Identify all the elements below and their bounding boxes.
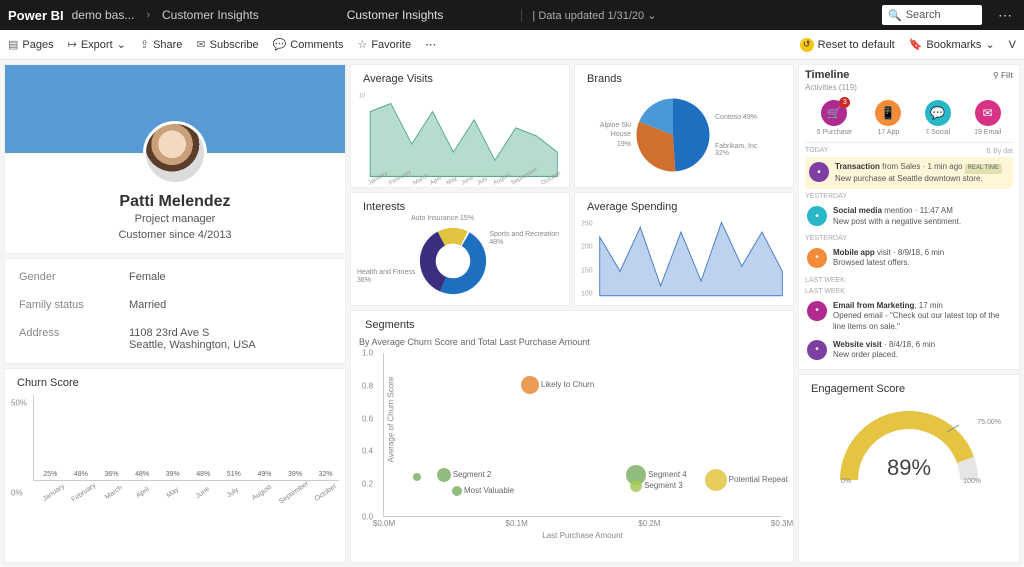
subscribe-icon: ✉ <box>196 38 205 51</box>
sort-by-date-button[interactable]: ⇅ By dat <box>985 147 1013 155</box>
view-button[interactable]: V <box>1009 39 1016 51</box>
profile-card: Patti Melendez Project manager Customer … <box>4 64 346 254</box>
customer-details: GenderFemale Family statusMarried Addres… <box>4 258 346 364</box>
engagement-score-card[interactable]: Engagement Score 89% 0% 100% 75.00% <box>798 374 1020 563</box>
timeline-item[interactable]: •Social media mention · 11:47 AMNew post… <box>805 202 1013 231</box>
profile-since: Customer since 4/2013 <box>5 229 345 241</box>
segments-chart[interactable]: Segments By Average Churn Score and Tota… <box>350 310 794 563</box>
reset-icon: ↺ <box>800 38 814 52</box>
report-toolbar: ▤Pages ↦Export ⌄ ⇪Share ✉Subscribe 💬Comm… <box>0 30 1024 60</box>
pages-icon: ▤ <box>8 38 18 51</box>
svg-text:10: 10 <box>359 93 366 99</box>
timeline-card: Timeline ⚲ Filt Activities (119) 🛒35 Pur… <box>798 64 1020 370</box>
chevron-down-icon: ⌄ <box>985 38 994 51</box>
bookmarks-button[interactable]: 🔖Bookmarks ⌄ <box>909 38 995 51</box>
interests-chart[interactable]: Interests Auto Insurance 15% Sports and … <box>350 192 570 306</box>
pages-button[interactable]: ▤Pages <box>8 38 54 51</box>
chevron-down-icon: ⌄ <box>117 38 126 51</box>
timeline-summary-item[interactable]: 🛒35 Purchase <box>817 100 852 136</box>
subscribe-button[interactable]: ✉Subscribe <box>196 38 258 51</box>
average-spending-chart[interactable]: Average Spending 250 200 150 100 <box>574 192 794 306</box>
detail-gender: GenderFemale <box>5 263 345 291</box>
churn-score-chart[interactable]: Churn Score 50% 0% 25%48%36%48%39%48%51%… <box>4 368 346 563</box>
timeline-summary-item[interactable]: ✉19 Email <box>974 100 1001 136</box>
share-icon: ⇪ <box>140 38 149 51</box>
export-icon: ↦ <box>68 38 77 51</box>
reset-button[interactable]: ↺Reset to default <box>800 38 895 52</box>
share-button[interactable]: ⇪Share <box>140 38 183 51</box>
comments-button[interactable]: 💬Comments <box>273 38 344 51</box>
top-bar: Power BI demo bas... › Customer Insights… <box>0 0 1024 30</box>
avatar <box>143 121 207 185</box>
breadcrumb-workspace[interactable]: demo bas... <box>72 8 135 22</box>
timeline-activities-count: Activities (119) <box>805 83 1013 92</box>
more-menu-icon[interactable]: ⋯ <box>998 7 1012 24</box>
search-input[interactable]: 🔍 Search <box>882 5 982 25</box>
timeline-item[interactable]: •Email from Marketing, 17 minOpened emai… <box>805 297 1013 336</box>
chevron-down-icon: ⌄ <box>647 10 656 22</box>
star-icon: ☆ <box>357 38 367 51</box>
report-title: Customer Insights <box>347 8 444 22</box>
average-visits-chart[interactable]: Average Visits 10 JanuaryFebruaryMarchAp… <box>350 64 570 188</box>
timeline-summary-item[interactable]: 💬7 Social <box>925 100 951 136</box>
search-icon: 🔍 <box>888 9 902 22</box>
export-button[interactable]: ↦Export ⌄ <box>68 38 126 51</box>
profile-name: Patti Melendez <box>5 193 345 211</box>
bookmark-icon: 🔖 <box>909 38 923 51</box>
comments-icon: 💬 <box>273 38 287 51</box>
data-updated-label[interactable]: | Data updated 1/31/20 ⌄ <box>521 9 656 22</box>
detail-address: Address1108 23rd Ave S Seattle, Washingt… <box>5 319 345 359</box>
timeline-item[interactable]: •Transaction from Sales · 1 min agoREAL … <box>805 157 1013 189</box>
favorite-button[interactable]: ☆Favorite <box>357 38 411 51</box>
chevron-right-icon: › <box>146 9 150 21</box>
overflow-icon[interactable]: ⋯ <box>425 38 436 51</box>
timeline-filter-button[interactable]: ⚲ Filt <box>993 71 1013 80</box>
timeline-item[interactable]: •Mobile app visit · 8/9/18, 6 minBrowsed… <box>805 244 1013 273</box>
timeline-item[interactable]: •Website visit · 8/4/18, 6 minNew order … <box>805 336 1013 365</box>
breadcrumb-report[interactable]: Customer Insights <box>162 8 259 22</box>
detail-family: Family statusMarried <box>5 291 345 319</box>
timeline-summary-item[interactable]: 📱17 App <box>875 100 901 136</box>
profile-title: Project manager <box>5 213 345 225</box>
brand-label: Power BI <box>8 8 64 23</box>
brands-chart[interactable]: Brands Alpine Ski House 19% Contoso 49% … <box>574 64 794 188</box>
timeline-title: Timeline <box>805 69 849 81</box>
